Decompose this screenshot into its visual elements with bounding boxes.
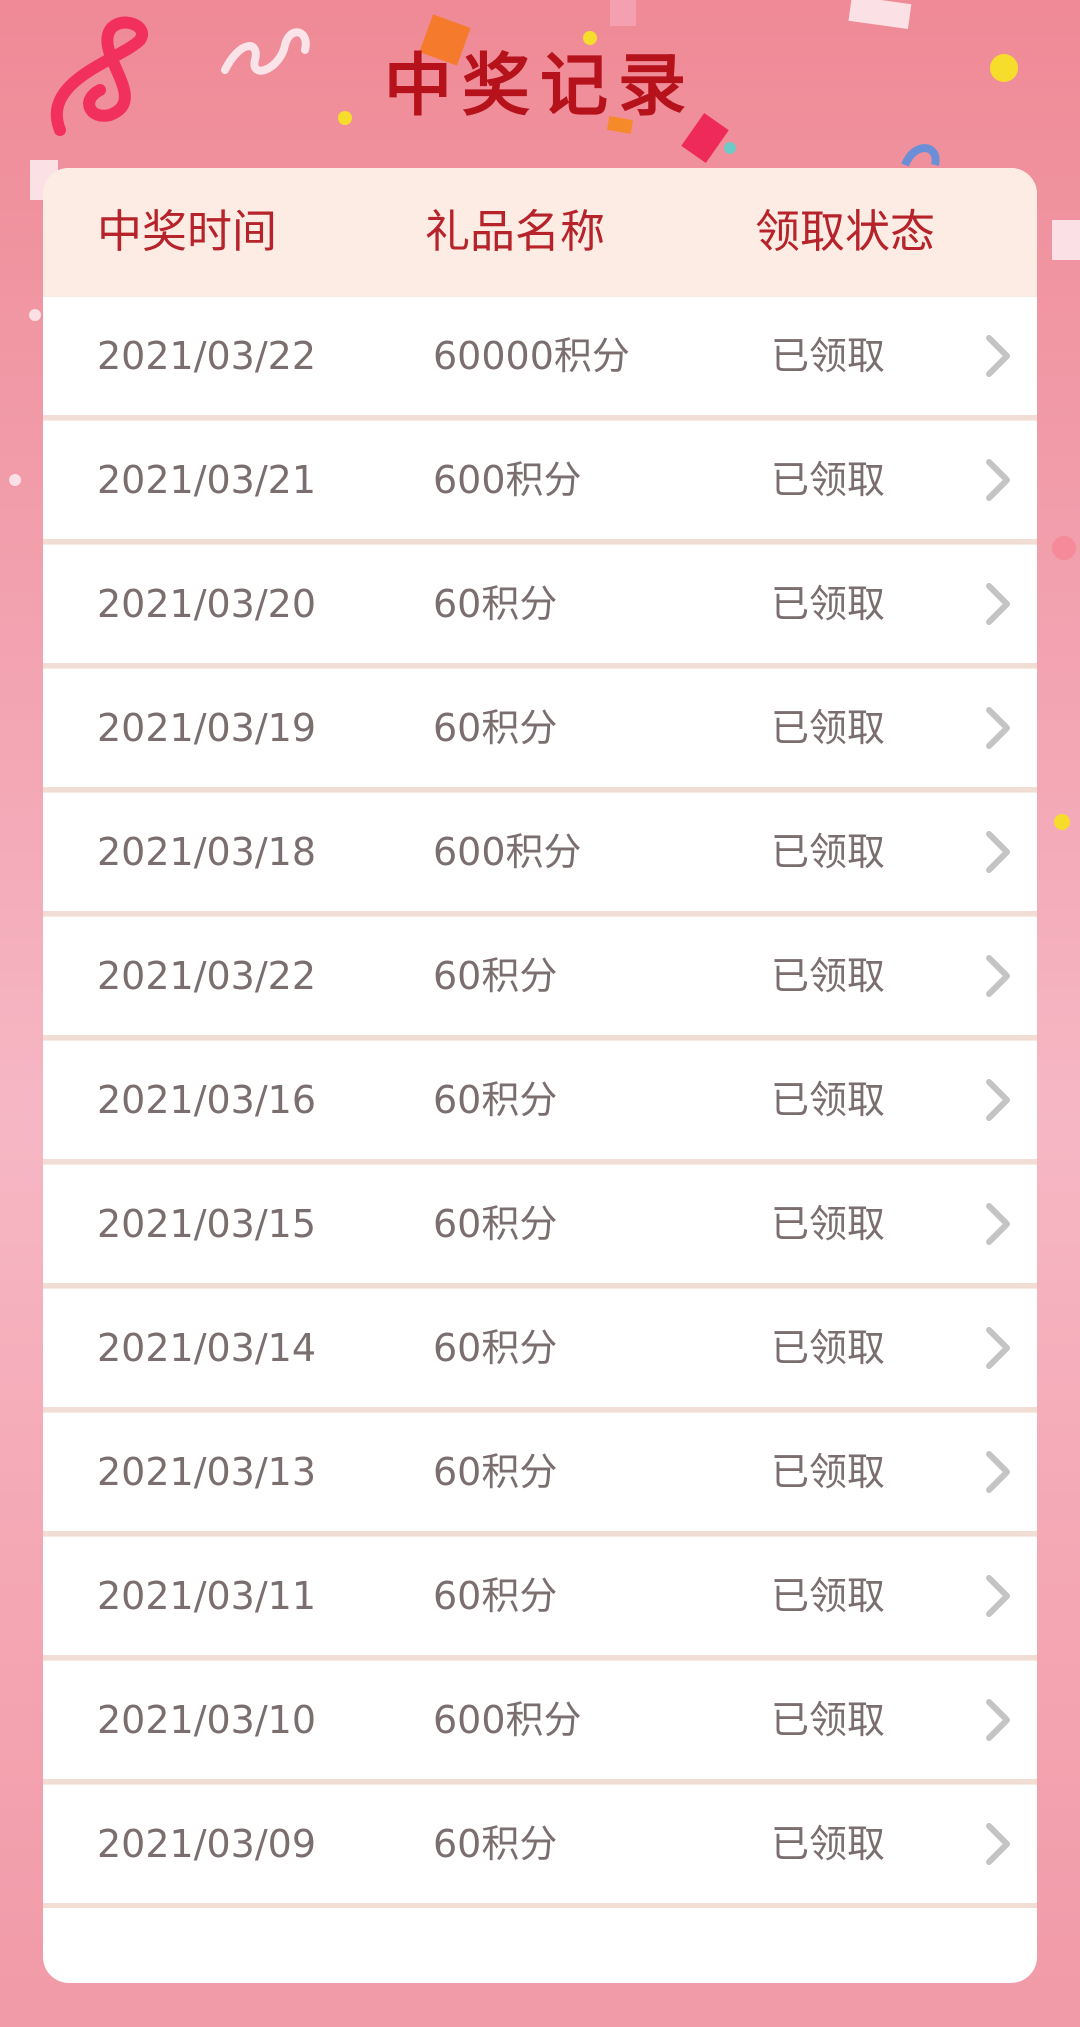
table-row[interactable]: 2021/03/09 60积分 已领取 [43, 1784, 1037, 1908]
chevron-right-icon [986, 1699, 1010, 1741]
chevron-right-icon [986, 1575, 1010, 1617]
row-date: 2021/03/20 [97, 582, 317, 626]
row-date: 2021/03/10 [97, 1698, 317, 1742]
table-row[interactable]: 2021/03/14 60积分 已领取 [43, 1288, 1037, 1412]
chevron-right-icon [986, 1079, 1010, 1121]
row-gift: 60000积分 [433, 334, 630, 378]
row-date: 2021/03/15 [97, 1202, 317, 1246]
row-status: 已领取 [771, 1698, 886, 1742]
row-status: 已领取 [771, 1822, 886, 1866]
row-date: 2021/03/18 [97, 830, 317, 874]
row-date: 2021/03/09 [97, 1822, 317, 1866]
row-date: 2021/03/13 [97, 1450, 317, 1494]
row-gift: 60积分 [433, 1450, 558, 1494]
row-gift: 60积分 [433, 1202, 558, 1246]
table-row[interactable]: 2021/03/16 60积分 已领取 [43, 1040, 1037, 1164]
row-date: 2021/03/16 [97, 1078, 317, 1122]
header-time: 中奖时间 [97, 205, 278, 258]
row-gift: 60积分 [433, 1078, 558, 1122]
table-row[interactable]: 2021/03/20 60积分 已领取 [43, 544, 1037, 668]
row-gift: 600积分 [433, 1698, 582, 1742]
row-status: 已领取 [771, 458, 886, 502]
chevron-right-icon [986, 335, 1010, 377]
row-gift: 60积分 [433, 582, 558, 626]
row-gift: 60积分 [433, 1574, 558, 1618]
table-row[interactable]: 2021/03/22 60积分 已领取 [43, 916, 1037, 1040]
row-gift: 60积分 [433, 1326, 558, 1370]
row-date: 2021/03/21 [97, 458, 317, 502]
row-status: 已领取 [771, 830, 886, 874]
table-row[interactable]: 2021/03/13 60积分 已领取 [43, 1412, 1037, 1536]
chevron-right-icon [986, 583, 1010, 625]
row-status: 已领取 [771, 1450, 886, 1494]
row-status: 已领取 [771, 1078, 886, 1122]
row-gift: 60积分 [433, 954, 558, 998]
table-row[interactable]: 2021/03/19 60积分 已领取 [43, 668, 1037, 792]
row-gift: 60积分 [433, 706, 558, 750]
row-date: 2021/03/22 [97, 954, 317, 998]
row-date: 2021/03/22 [97, 334, 317, 378]
page-title: 中奖记录 [383, 47, 696, 126]
row-gift: 600积分 [433, 458, 582, 502]
row-status: 已领取 [771, 706, 886, 750]
header-gift: 礼品名称 [425, 205, 606, 258]
row-date: 2021/03/14 [97, 1326, 317, 1370]
row-date: 2021/03/11 [97, 1574, 317, 1618]
row-status: 已领取 [771, 1202, 886, 1246]
chevron-right-icon [986, 707, 1010, 749]
chevron-right-icon [986, 831, 1010, 873]
table-row[interactable]: 2021/03/11 60积分 已领取 [43, 1536, 1037, 1660]
table-body: 2021/03/22 60000积分 已领取 2021/03/21 600积分 已领取 20… [43, 296, 1037, 1908]
table-row[interactable]: 2021/03/18 600积分 已领取 [43, 792, 1037, 916]
row-status: 已领取 [771, 582, 886, 626]
chevron-right-icon [986, 955, 1010, 997]
row-status: 已领取 [771, 1574, 886, 1618]
chevron-right-icon [986, 459, 1010, 501]
header-status: 领取状态 [755, 205, 936, 258]
row-status: 已领取 [771, 334, 886, 378]
row-status: 已领取 [771, 954, 886, 998]
chevron-right-icon [986, 1451, 1010, 1493]
prize-records-table: 中奖时间 礼品名称 领取状态 2021/03/22 60000积分 已领取 2021/… [43, 168, 1037, 1983]
chevron-right-icon [986, 1327, 1010, 1369]
table-row[interactable]: 2021/03/21 600积分 已领取 [43, 420, 1037, 544]
row-gift: 600积分 [433, 830, 582, 874]
chevron-right-icon [986, 1203, 1010, 1245]
table-header: 中奖时间 礼品名称 领取状态 [43, 168, 1037, 296]
table-row[interactable]: 2021/03/22 60000积分 已领取 [43, 296, 1037, 420]
row-status: 已领取 [771, 1326, 886, 1370]
table-row[interactable]: 2021/03/10 600积分 已领取 [43, 1660, 1037, 1784]
row-gift: 60积分 [433, 1822, 558, 1866]
chevron-right-icon [986, 1823, 1010, 1865]
table-row[interactable]: 2021/03/15 60积分 已领取 [43, 1164, 1037, 1288]
row-date: 2021/03/19 [97, 706, 317, 750]
